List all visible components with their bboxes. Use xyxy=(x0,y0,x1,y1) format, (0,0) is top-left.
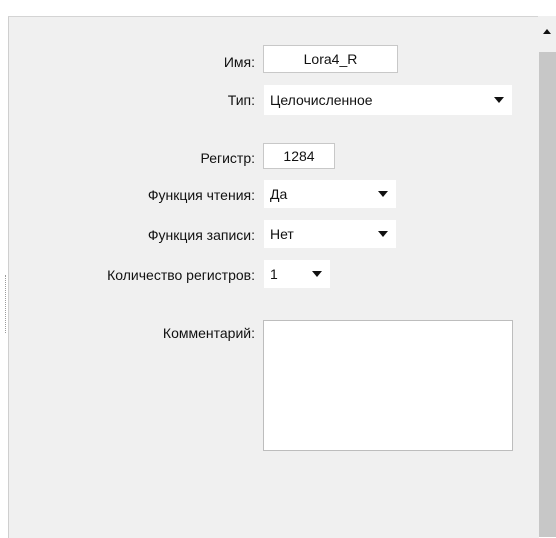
register-label: Регистр: xyxy=(200,150,255,166)
type-label: Тип: xyxy=(227,92,255,108)
register-count-select[interactable]: 1 xyxy=(264,260,330,288)
type-select-value: Целочисленное xyxy=(270,92,373,108)
name-label: Имя: xyxy=(223,54,255,70)
register-count-label: Количество регистров: xyxy=(107,267,255,283)
vertical-scrollbar[interactable] xyxy=(538,16,556,537)
type-select[interactable]: Целочисленное xyxy=(264,85,512,115)
chevron-down-icon xyxy=(312,271,322,277)
write-function-value: Нет xyxy=(270,226,294,242)
scrollbar-thumb[interactable] xyxy=(539,52,556,537)
properties-panel: Имя: Lora4_R Тип: Целочисленное Регистр:… xyxy=(5,16,539,538)
register-count-value: 1 xyxy=(270,266,278,282)
chevron-down-icon xyxy=(378,191,388,197)
name-field[interactable]: Lora4_R xyxy=(263,45,398,73)
read-function-label: Функция чтения: xyxy=(147,187,255,203)
scroll-up-arrow-icon xyxy=(543,29,551,34)
chevron-down-icon xyxy=(378,231,388,237)
read-function-value: Да xyxy=(270,186,288,202)
write-function-select[interactable]: Нет xyxy=(264,220,396,248)
register-field[interactable]: 1284 xyxy=(263,143,335,169)
resize-grip[interactable] xyxy=(5,275,8,333)
chevron-down-icon xyxy=(494,97,504,103)
scroll-up-button[interactable] xyxy=(538,16,556,52)
write-function-label: Функция записи: xyxy=(147,227,255,243)
comment-textarea[interactable] xyxy=(263,320,513,451)
read-function-select[interactable]: Да xyxy=(264,180,396,208)
comment-label: Комментарий: xyxy=(162,325,255,341)
